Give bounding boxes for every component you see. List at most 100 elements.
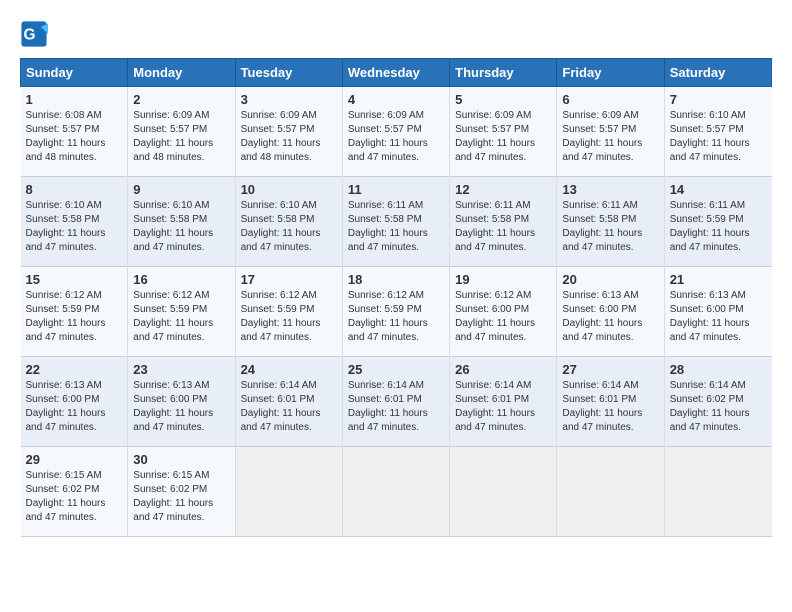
weekday-header-thursday: Thursday <box>450 59 557 87</box>
day-number: 2 <box>133 92 229 107</box>
calendar-cell: 15Sunrise: 6:12 AM Sunset: 5:59 PM Dayli… <box>21 267 128 357</box>
calendar-cell: 11 Sunrise: 6:11 AM Sunset: 5:58 PM Dayli… <box>342 177 449 267</box>
day-info: Sunrise: 6:08 AM Sunset: 5:57 PM Dayligh… <box>26 109 123 165</box>
day-number: 20 <box>562 272 658 287</box>
weekday-header-tuesday: Tuesday <box>235 59 342 87</box>
day-info: Sunrise: 6:13 AM Sunset: 6:00 PM Dayligh… <box>26 379 123 435</box>
day-number: 30 <box>133 452 229 467</box>
calendar-cell: 10Sunrise: 6:10 AM Sunset: 5:58 PM Dayli… <box>235 177 342 267</box>
calendar-cell <box>557 447 664 537</box>
day-info: Sunrise: 6:13 AM Sunset: 6:00 PM Dayligh… <box>670 289 767 345</box>
calendar-cell: 29 Sunrise: 6:15 AM Sunset: 6:02 PM Dayli… <box>21 447 128 537</box>
calendar-cell: 2 Sunrise: 6:09 AM Sunset: 5:57 PM Daylig… <box>128 87 235 177</box>
day-number: 6 <box>562 92 658 107</box>
day-number: 24 <box>241 362 337 377</box>
calendar-cell <box>235 447 342 537</box>
day-info: Sunrise: 6:09 AM Sunset: 5:57 PM Dayligh… <box>455 109 551 165</box>
calendar-cell: 21 Sunrise: 6:13 AM Sunset: 6:00 PM Dayli… <box>664 267 771 357</box>
calendar-week-1: 1 Sunrise: 6:08 AM Sunset: 5:57 PM Daylig… <box>21 87 772 177</box>
day-number: 8 <box>26 182 123 197</box>
day-number: 1 <box>26 92 123 107</box>
day-info: Sunrise: 6:10 AM Sunset: 5:58 PM Dayligh… <box>26 199 123 255</box>
day-number: 21 <box>670 272 767 287</box>
calendar-cell: 18 Sunrise: 6:12 AM Sunset: 5:59 PM Dayli… <box>342 267 449 357</box>
day-number: 27 <box>562 362 658 377</box>
day-info: Sunrise: 6:12 AM Sunset: 5:59 PM Dayligh… <box>26 289 123 345</box>
calendar-week-2: 8 Sunrise: 6:10 AM Sunset: 5:58 PM Daylig… <box>21 177 772 267</box>
day-info: Sunrise: 6:13 AM Sunset: 6:00 PM Dayligh… <box>562 289 658 345</box>
page-header: G <box>20 20 772 48</box>
day-number: 18 <box>348 272 444 287</box>
calendar-cell: 3Sunrise: 6:09 AM Sunset: 5:57 PM Daylig… <box>235 87 342 177</box>
calendar-cell: 17Sunrise: 6:12 AM Sunset: 5:59 PM Dayli… <box>235 267 342 357</box>
calendar-cell: 4 Sunrise: 6:09 AM Sunset: 5:57 PM Daylig… <box>342 87 449 177</box>
calendar-cell: 27 Sunrise: 6:14 AM Sunset: 6:01 PM Dayli… <box>557 357 664 447</box>
day-number: 9 <box>133 182 229 197</box>
day-info: Sunrise: 6:09 AM Sunset: 5:57 PM Dayligh… <box>133 109 229 165</box>
day-number: 19 <box>455 272 551 287</box>
day-number: 4 <box>348 92 444 107</box>
day-number: 7 <box>670 92 767 107</box>
calendar-cell: 28 Sunrise: 6:14 AM Sunset: 6:02 PM Dayli… <box>664 357 771 447</box>
day-info: Sunrise: 6:14 AM Sunset: 6:01 PM Dayligh… <box>348 379 444 435</box>
day-number: 13 <box>562 182 658 197</box>
day-number: 10 <box>241 182 337 197</box>
calendar-cell: 6 Sunrise: 6:09 AM Sunset: 5:57 PM Daylig… <box>557 87 664 177</box>
day-info: Sunrise: 6:11 AM Sunset: 5:58 PM Dayligh… <box>562 199 658 255</box>
day-info: Sunrise: 6:12 AM Sunset: 6:00 PM Dayligh… <box>455 289 551 345</box>
calendar-cell: 14Sunrise: 6:11 AM Sunset: 5:59 PM Dayli… <box>664 177 771 267</box>
calendar-cell: 1 Sunrise: 6:08 AM Sunset: 5:57 PM Daylig… <box>21 87 128 177</box>
calendar-cell: 7 Sunrise: 6:10 AM Sunset: 5:57 PM Daylig… <box>664 87 771 177</box>
day-info: Sunrise: 6:09 AM Sunset: 5:57 PM Dayligh… <box>348 109 444 165</box>
day-number: 22 <box>26 362 123 377</box>
calendar-cell: 12Sunrise: 6:11 AM Sunset: 5:58 PM Dayli… <box>450 177 557 267</box>
day-number: 5 <box>455 92 551 107</box>
day-number: 28 <box>670 362 767 377</box>
calendar-cell: 23 Sunrise: 6:13 AM Sunset: 6:00 PM Dayli… <box>128 357 235 447</box>
day-info: Sunrise: 6:09 AM Sunset: 5:57 PM Dayligh… <box>241 109 337 165</box>
day-info: Sunrise: 6:14 AM Sunset: 6:02 PM Dayligh… <box>670 379 767 435</box>
weekday-header-sunday: Sunday <box>21 59 128 87</box>
weekday-header-row: SundayMondayTuesdayWednesdayThursdayFrid… <box>21 59 772 87</box>
weekday-header-saturday: Saturday <box>664 59 771 87</box>
calendar-cell: 8 Sunrise: 6:10 AM Sunset: 5:58 PM Daylig… <box>21 177 128 267</box>
day-info: Sunrise: 6:10 AM Sunset: 5:57 PM Dayligh… <box>670 109 767 165</box>
day-info: Sunrise: 6:09 AM Sunset: 5:57 PM Dayligh… <box>562 109 658 165</box>
calendar-week-3: 15Sunrise: 6:12 AM Sunset: 5:59 PM Dayli… <box>21 267 772 357</box>
calendar-week-4: 22 Sunrise: 6:13 AM Sunset: 6:00 PM Dayli… <box>21 357 772 447</box>
calendar-cell: 5 Sunrise: 6:09 AM Sunset: 5:57 PM Daylig… <box>450 87 557 177</box>
day-info: Sunrise: 6:14 AM Sunset: 6:01 PM Dayligh… <box>455 379 551 435</box>
calendar-cell: 22 Sunrise: 6:13 AM Sunset: 6:00 PM Dayli… <box>21 357 128 447</box>
day-number: 11 <box>348 182 444 197</box>
weekday-header-monday: Monday <box>128 59 235 87</box>
day-info: Sunrise: 6:11 AM Sunset: 5:58 PM Dayligh… <box>348 199 444 255</box>
calendar-cell <box>664 447 771 537</box>
calendar-cell: 30Sunrise: 6:15 AM Sunset: 6:02 PM Dayli… <box>128 447 235 537</box>
calendar-cell <box>342 447 449 537</box>
day-info: Sunrise: 6:10 AM Sunset: 5:58 PM Dayligh… <box>133 199 229 255</box>
weekday-header-wednesday: Wednesday <box>342 59 449 87</box>
calendar-cell: 13 Sunrise: 6:11 AM Sunset: 5:58 PM Dayli… <box>557 177 664 267</box>
day-info: Sunrise: 6:12 AM Sunset: 5:59 PM Dayligh… <box>133 289 229 345</box>
calendar-cell: 20 Sunrise: 6:13 AM Sunset: 6:00 PM Dayli… <box>557 267 664 357</box>
day-info: Sunrise: 6:11 AM Sunset: 5:59 PM Dayligh… <box>670 199 767 255</box>
day-info: Sunrise: 6:15 AM Sunset: 6:02 PM Dayligh… <box>26 469 123 525</box>
calendar-week-5: 29 Sunrise: 6:15 AM Sunset: 6:02 PM Dayli… <box>21 447 772 537</box>
calendar-cell: 24 Sunrise: 6:14 AM Sunset: 6:01 PM Dayli… <box>235 357 342 447</box>
day-number: 25 <box>348 362 444 377</box>
calendar-table: SundayMondayTuesdayWednesdayThursdayFrid… <box>20 58 772 537</box>
day-number: 17 <box>241 272 337 287</box>
calendar-cell: 16Sunrise: 6:12 AM Sunset: 5:59 PM Dayli… <box>128 267 235 357</box>
logo-icon: G <box>20 20 48 48</box>
day-info: Sunrise: 6:13 AM Sunset: 6:00 PM Dayligh… <box>133 379 229 435</box>
day-info: Sunrise: 6:12 AM Sunset: 5:59 PM Dayligh… <box>348 289 444 345</box>
weekday-header-friday: Friday <box>557 59 664 87</box>
day-info: Sunrise: 6:14 AM Sunset: 6:01 PM Dayligh… <box>562 379 658 435</box>
logo: G <box>20 20 52 48</box>
calendar-cell <box>450 447 557 537</box>
day-number: 23 <box>133 362 229 377</box>
day-info: Sunrise: 6:14 AM Sunset: 6:01 PM Dayligh… <box>241 379 337 435</box>
day-number: 12 <box>455 182 551 197</box>
day-number: 29 <box>26 452 123 467</box>
calendar-cell: 19 Sunrise: 6:12 AM Sunset: 6:00 PM Dayli… <box>450 267 557 357</box>
